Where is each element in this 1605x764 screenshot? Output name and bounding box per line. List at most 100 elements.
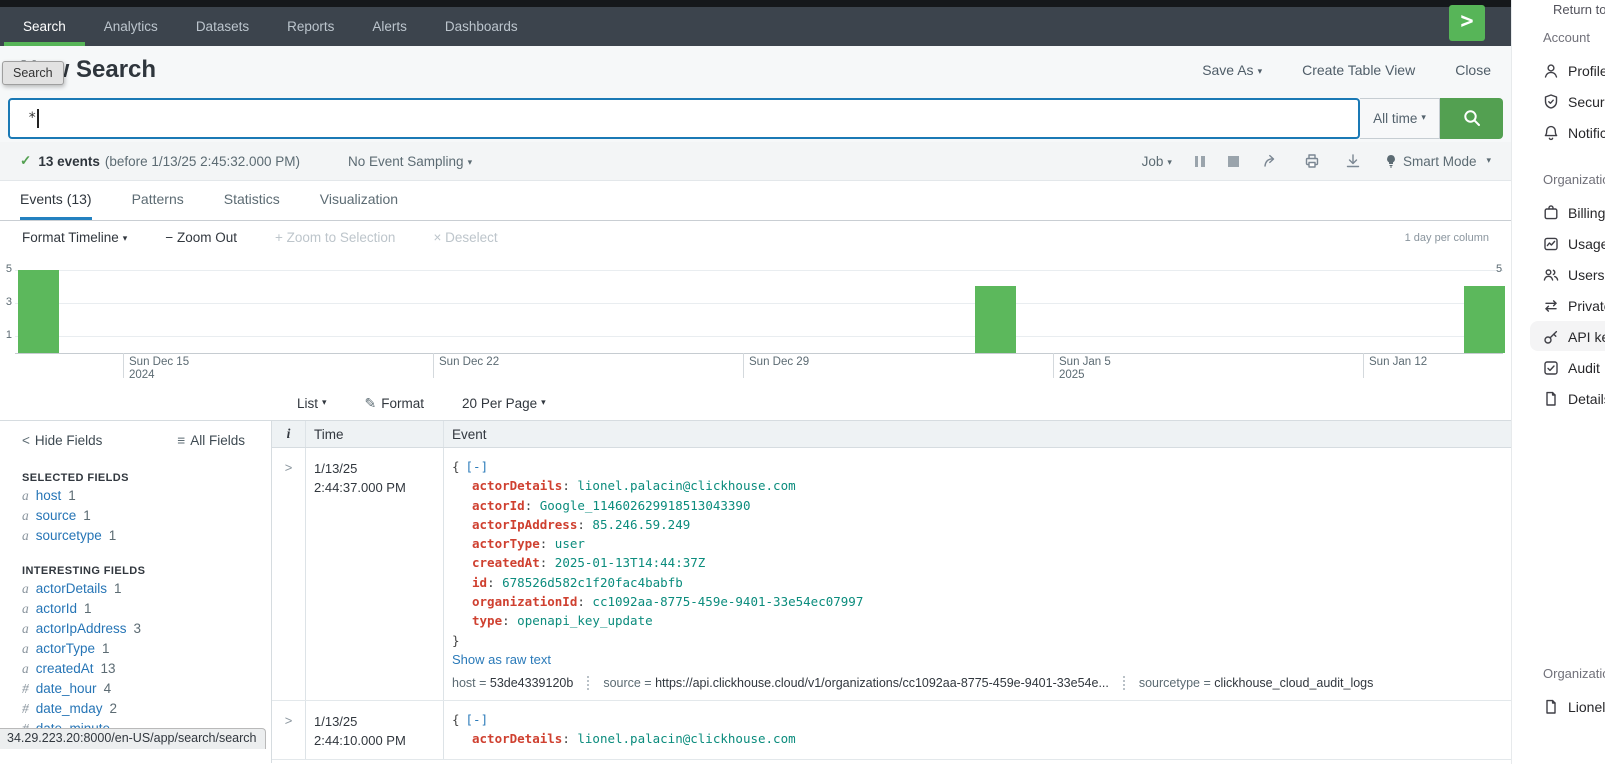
stop-job-icon[interactable] — [1228, 156, 1239, 167]
field-item-actorType[interactable]: aactorType1 — [22, 639, 271, 659]
field-count: 1 — [68, 488, 76, 503]
tab-patterns[interactable]: Patterns — [132, 181, 184, 220]
create-table-view-button[interactable]: Create Table View — [1302, 62, 1415, 78]
format-results-button[interactable]: ✎Format — [365, 395, 425, 412]
per-page-menu[interactable]: 20 Per Page▾ — [462, 396, 546, 411]
users-icon — [1542, 266, 1560, 284]
event-sampling-menu[interactable]: No Event Sampling▾ — [348, 154, 472, 169]
nav-item-analytics[interactable]: Analytics — [85, 7, 177, 46]
field-item-actorDetails[interactable]: aactorDetails1 — [22, 579, 271, 599]
list-view-menu[interactable]: List▾ — [297, 396, 327, 411]
field-item-createdAt[interactable]: acreatedAt13 — [22, 659, 271, 679]
hide-fields-button[interactable]: <Hide Fields — [22, 433, 102, 448]
json-value[interactable]: user — [555, 536, 585, 551]
event-time-cell[interactable]: 1/13/252:44:37.000 PM — [305, 448, 443, 700]
timeline-bar[interactable] — [975, 286, 1016, 353]
panel-item-users[interactable]: Users — [1512, 259, 1605, 290]
field-item-actorIpAddress[interactable]: aactorIpAddress3 — [22, 619, 271, 639]
show-raw-text-link[interactable]: Show as raw text — [452, 652, 1511, 667]
panel-item-billing[interactable]: Billing — [1512, 197, 1605, 228]
panel-item-label: API keys — [1568, 329, 1605, 345]
json-value[interactable]: openapi_key_update — [517, 613, 652, 628]
panel-item-api-keys[interactable]: API keys — [1512, 321, 1605, 352]
json-value[interactable]: 85.246.59.249 — [592, 517, 690, 532]
expand-row-chevron[interactable]: > — [272, 701, 305, 759]
json-value[interactable]: Google_114602629918513043390 — [540, 498, 751, 513]
return-to-link[interactable]: Return to — [1553, 2, 1605, 17]
json-key[interactable]: id — [472, 575, 487, 590]
format-timeline-menu[interactable]: Format Timeline▾ — [22, 230, 127, 245]
deselect-button[interactable]: × Deselect — [433, 230, 497, 245]
timeline-bar[interactable] — [18, 270, 59, 354]
panel-item-private[interactable]: Private — [1512, 290, 1605, 321]
field-count: 4 — [104, 681, 112, 696]
close-button[interactable]: Close — [1455, 62, 1491, 78]
tab-visualization[interactable]: Visualization — [320, 181, 398, 220]
x-axis-tick — [1363, 353, 1364, 378]
table-row: >1/13/252:44:37.000 PM{[-]actorDetails: … — [272, 448, 1511, 701]
chevron-down-icon: ▾ — [1258, 66, 1263, 76]
time-range-picker[interactable]: All time▾ — [1360, 98, 1440, 139]
json-key[interactable]: createdAt — [472, 555, 540, 570]
json-value[interactable]: lionel.palacin@clickhouse.com — [577, 731, 795, 746]
tab-events-[interactable]: Events (13) — [20, 181, 92, 220]
json-key[interactable]: actorId — [472, 498, 525, 513]
event-time-cell[interactable]: 1/13/252:44:10.000 PM — [305, 701, 443, 759]
zoom-out-button[interactable]: − Zoom Out — [165, 230, 237, 245]
field-item-host[interactable]: ahost1 — [22, 486, 271, 506]
expand-row-chevron[interactable]: > — [272, 448, 305, 700]
nav-item-alerts[interactable]: Alerts — [353, 7, 426, 46]
field-item-actorId[interactable]: aactorId1 — [22, 599, 271, 619]
json-key[interactable]: organizationId — [472, 594, 577, 609]
field-item-source[interactable]: asource1 — [22, 506, 271, 526]
export-icon[interactable] — [1344, 152, 1362, 170]
panel-item-usage[interactable]: Usage — [1512, 228, 1605, 259]
json-key[interactable]: actorType — [472, 536, 540, 551]
json-collapse-toggle[interactable]: [-] — [466, 712, 489, 727]
search-mode-menu[interactable]: Smart Mode▾ — [1385, 154, 1491, 169]
panel-section-title: Account — [1512, 30, 1605, 45]
panel-item-security[interactable]: Security — [1512, 86, 1605, 117]
json-value[interactable]: lionel.palacin@clickhouse.com — [577, 478, 795, 493]
field-item-sourcetype[interactable]: asourcetype1 — [22, 526, 271, 546]
all-fields-button[interactable]: ≡All Fields — [177, 433, 245, 448]
meta-source[interactable]: source = https://api.clickhouse.cloud/v1… — [603, 676, 1109, 690]
chevron-down-icon: ▾ — [1167, 157, 1172, 167]
job-menu[interactable]: Job▾ — [1142, 154, 1172, 169]
print-icon[interactable] — [1303, 152, 1321, 170]
field-item-date_mday[interactable]: #date_mday2 — [22, 699, 271, 719]
json-collapse-toggle[interactable]: [-] — [466, 459, 489, 474]
share-icon[interactable] — [1262, 152, 1280, 170]
panel-item-profile[interactable]: Profile — [1512, 55, 1605, 86]
save-as-button[interactable]: Save As▾ — [1202, 62, 1262, 78]
json-value[interactable]: 678526d582c1f20fac4babfb — [502, 575, 683, 590]
field-name: host — [36, 488, 62, 503]
search-input[interactable]: * — [8, 98, 1360, 139]
nav-item-dashboards[interactable]: Dashboards — [426, 7, 537, 46]
panel-item-audit[interactable]: Audit — [1512, 352, 1605, 383]
json-key[interactable]: actorIpAddress — [472, 517, 577, 532]
json-key[interactable]: actorDetails — [472, 731, 562, 746]
splunk-logo[interactable]: > — [1449, 5, 1485, 41]
nav-item-reports[interactable]: Reports — [268, 7, 353, 46]
panel-item-details[interactable]: Details — [1512, 383, 1605, 414]
search-submit-button[interactable] — [1440, 98, 1503, 139]
json-value[interactable]: cc1092aa-8775-459e-9401-33e54ec07997 — [592, 594, 863, 609]
nav-item-search[interactable]: Search — [4, 7, 85, 46]
tab-statistics[interactable]: Statistics — [224, 181, 280, 220]
json-key[interactable]: type — [472, 613, 502, 628]
nav-item-datasets[interactable]: Datasets — [177, 7, 268, 46]
meta-host[interactable]: host = 53de4339120b — [452, 676, 573, 690]
zoom-to-selection-button[interactable]: + Zoom to Selection — [275, 230, 395, 245]
meta-sourcetype[interactable]: sourcetype = clickhouse_cloud_audit_logs — [1139, 676, 1374, 690]
event-count: 13 events — [38, 154, 100, 169]
timeline-bar[interactable] — [1464, 286, 1505, 353]
panel-item-lionel[interactable]: Lionel — [1512, 691, 1605, 722]
pause-job-icon[interactable] — [1195, 156, 1205, 167]
field-type-icon: a — [22, 601, 29, 616]
panel-item-notifications[interactable]: Notifications — [1512, 117, 1605, 148]
json-value[interactable]: 2025-01-13T14:44:37Z — [555, 555, 706, 570]
field-item-date_hour[interactable]: #date_hour4 — [22, 679, 271, 699]
json-key[interactable]: actorDetails — [472, 478, 562, 493]
timeline-chart[interactable]: 113355Sun Dec 152024Sun Dec 22Sun Dec 29… — [0, 254, 1511, 386]
